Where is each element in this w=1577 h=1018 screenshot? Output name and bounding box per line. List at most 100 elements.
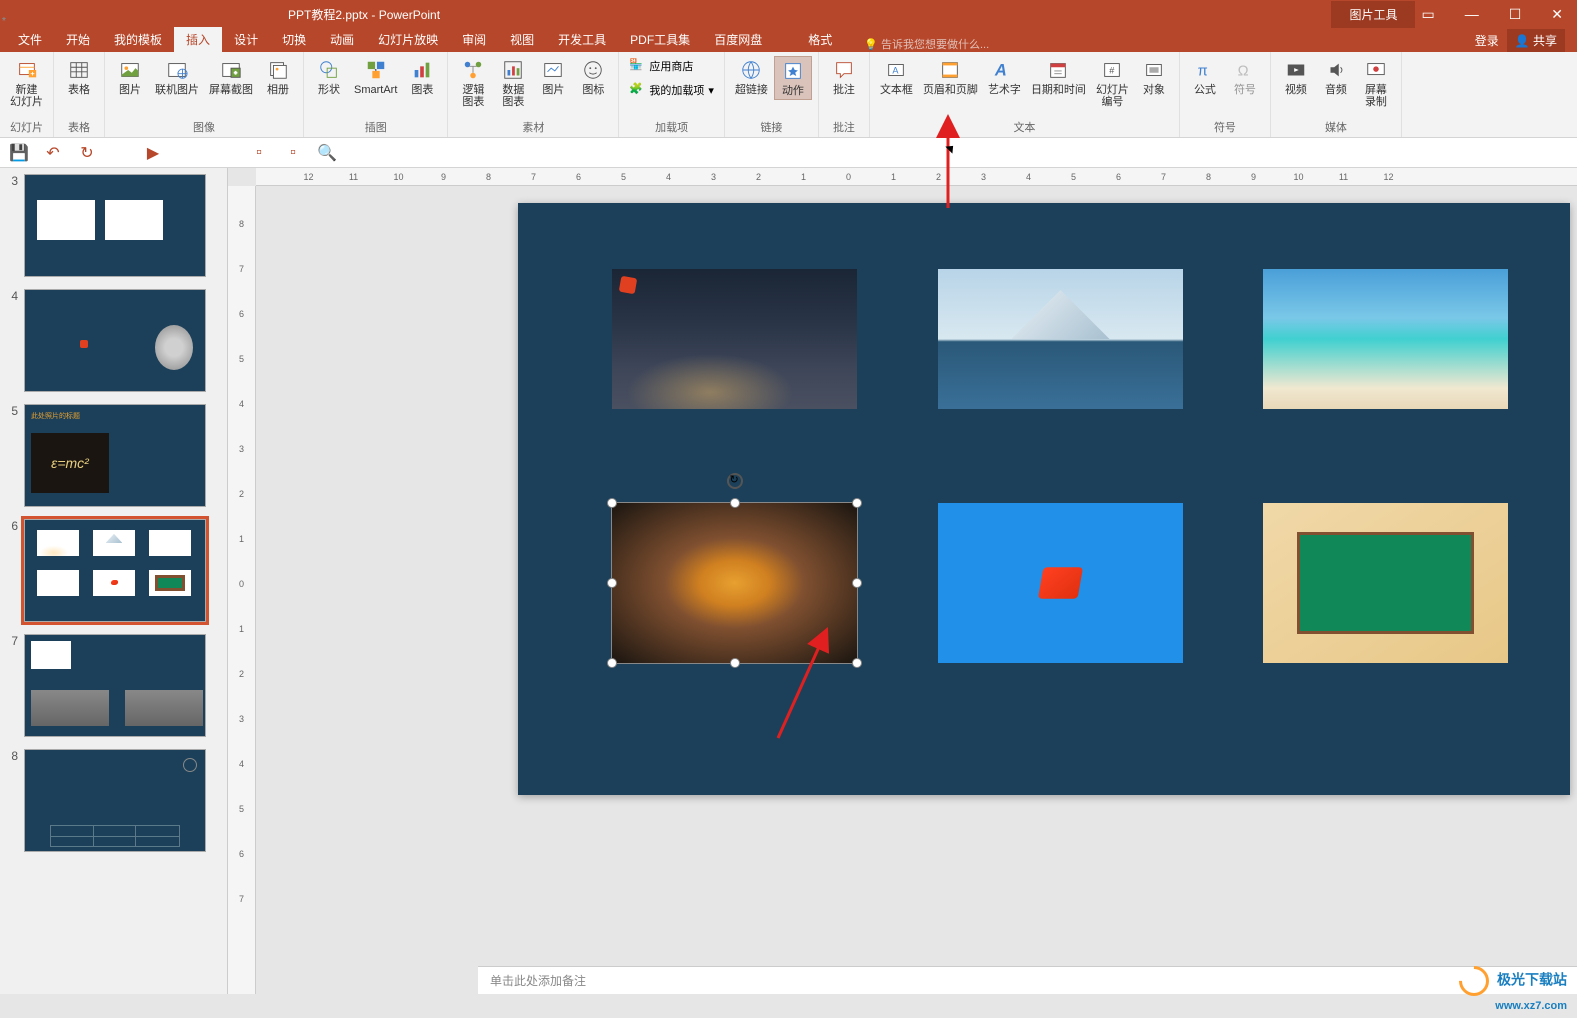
logic-chart-button[interactable]: 逻辑图表 [454, 56, 492, 110]
annotation-arrow-top [928, 118, 968, 223]
qat-find-icon[interactable]: 🔍 [316, 142, 338, 164]
picture-icon [118, 58, 142, 82]
resize-handle-ne[interactable] [852, 498, 862, 508]
thumbnail-slide-8[interactable]: 8 [0, 743, 227, 858]
store-button[interactable]: 🏪应用商店 [625, 56, 718, 76]
qat-icon-1[interactable]: ▫ [248, 142, 270, 164]
comment-button[interactable]: 批注 [825, 56, 863, 98]
thumbnail-slide-5[interactable]: 5 此处照片的标题 ε=mc² [0, 398, 227, 513]
equation-button[interactable]: π公式 [1186, 56, 1224, 98]
audio-icon [1324, 58, 1348, 82]
slide-image-office[interactable] [938, 503, 1183, 663]
tab-view[interactable]: 视图 [498, 27, 546, 52]
tab-file[interactable]: 文件 [6, 27, 54, 52]
group-tables: 表格 表格 [54, 52, 105, 137]
symbol-button[interactable]: Ω符号 [1226, 56, 1264, 98]
shapes-button[interactable]: 形状 [310, 56, 348, 98]
smartart-icon [364, 58, 388, 82]
login-button[interactable]: 登录 [1475, 32, 1499, 49]
maximize-icon[interactable]: ☐ [1503, 4, 1528, 25]
resize-handle-n[interactable] [730, 498, 740, 508]
datetime-button[interactable]: 日期和时间 [1027, 56, 1090, 98]
slide-5-headline: 此处照片的标题 [31, 411, 80, 421]
table-button[interactable]: 表格 [60, 56, 98, 98]
tab-insert[interactable]: 插入 [174, 27, 222, 52]
resize-handle-se[interactable] [852, 658, 862, 668]
ribbon-display-options-icon[interactable]: ▭ [1415, 4, 1440, 25]
picture-button[interactable]: 图片 [111, 56, 149, 98]
close-icon[interactable]: ✕ [1545, 4, 1569, 25]
hyperlink-icon [739, 58, 763, 82]
slide-image-city[interactable] [612, 269, 857, 409]
video-button[interactable]: 视频 [1277, 56, 1315, 98]
online-picture-button[interactable]: 联机图片 [151, 56, 203, 98]
slide-canvas[interactable] [518, 203, 1570, 795]
tab-animation[interactable]: 动画 [318, 27, 366, 52]
icon-button[interactable]: 图标 [574, 56, 612, 98]
screen-record-button[interactable]: 屏幕录制 [1357, 56, 1395, 110]
hyperlink-button[interactable]: 超链接 [731, 56, 772, 98]
thumbnail-slide-3[interactable]: 3* [0, 168, 227, 283]
resize-handle-nw[interactable] [607, 498, 617, 508]
redo-icon[interactable]: ↻ [76, 142, 98, 164]
slide-thumbnail-panel[interactable]: 3* 4 5 此处照片的标题 ε=mc² 6* [0, 168, 228, 994]
minimize-icon[interactable]: — [1459, 4, 1485, 25]
group-symbols: π公式 Ω符号 符号 [1180, 52, 1271, 137]
stock-picture-button[interactable]: 图片 [534, 56, 572, 98]
wordart-icon: A [992, 58, 1016, 82]
thumbnail-slide-7[interactable]: 7 [0, 628, 227, 743]
smartart-button[interactable]: SmartArt [350, 56, 401, 98]
album-button[interactable]: 相册 [259, 56, 297, 98]
textbox-button[interactable]: A文本框 [876, 56, 917, 98]
slide-image-frame[interactable] [1263, 503, 1508, 663]
undo-icon[interactable]: ↶ [42, 142, 64, 164]
tab-home[interactable]: 开始 [54, 27, 102, 52]
slide-number-button[interactable]: #幻灯片编号 [1092, 56, 1133, 110]
tab-developer[interactable]: 开发工具 [546, 27, 618, 52]
wordart-button[interactable]: A艺术字 [984, 56, 1025, 98]
screenshot-button[interactable]: 屏幕截图 [205, 56, 257, 98]
save-icon[interactable]: 💾 [8, 142, 30, 164]
rotation-handle[interactable] [727, 473, 743, 489]
tab-template[interactable]: 我的模板 [102, 27, 174, 52]
action-button[interactable]: 动作 [774, 56, 812, 100]
object-button[interactable]: 对象 [1135, 56, 1173, 98]
tab-pdf[interactable]: PDF工具集 [618, 27, 702, 52]
svg-text:A: A [893, 66, 900, 76]
data-chart-button[interactable]: 数据图表 [494, 56, 532, 110]
new-slide-button[interactable]: 新建幻灯片 [6, 56, 47, 110]
tab-format[interactable]: 格式 [796, 27, 844, 52]
thumbnail-slide-4[interactable]: 4 [0, 283, 227, 398]
horizontal-ruler: 1211109876543210123456789101112 [256, 168, 1577, 186]
comment-icon [832, 58, 856, 82]
slide-image-mountain[interactable] [938, 269, 1183, 409]
qat-icon-2[interactable]: ▫ [282, 142, 304, 164]
resize-handle-w[interactable] [607, 578, 617, 588]
tab-baidu[interactable]: 百度网盘 [702, 27, 774, 52]
resize-handle-sw[interactable] [607, 658, 617, 668]
tab-review[interactable]: 审阅 [450, 27, 498, 52]
chart-button[interactable]: 图表 [403, 56, 441, 98]
resize-handle-s[interactable] [730, 658, 740, 668]
group-images: 图片 联机图片 屏幕截图 相册 图像 [105, 52, 304, 137]
notes-pane[interactable]: 单击此处添加备注 [478, 966, 1577, 994]
data-chart-icon [501, 58, 525, 82]
online-picture-icon [165, 58, 189, 82]
audio-button[interactable]: 音频 [1317, 56, 1355, 98]
album-icon [266, 58, 290, 82]
thumbnail-slide-6[interactable]: 6* [0, 513, 227, 628]
ribbon: 新建幻灯片 幻灯片 表格 表格 图片 联机图片 屏幕截图 相册 图像 形状 Sm… [0, 52, 1577, 138]
resize-handle-e[interactable] [852, 578, 862, 588]
share-button[interactable]: 👤 共享 [1507, 29, 1565, 52]
my-addins-button[interactable]: 🧩我的加载项 ▾ [625, 80, 718, 100]
header-footer-button[interactable]: 页眉和页脚 [919, 56, 982, 98]
tell-me-input[interactable]: 💡 告诉我您想要做什么... [864, 36, 989, 52]
table-icon [67, 58, 91, 82]
tab-transition[interactable]: 切换 [270, 27, 318, 52]
tab-slideshow[interactable]: 幻灯片放映 [366, 27, 450, 52]
slideshow-from-current-icon[interactable]: ▶ [142, 142, 164, 164]
group-links: 超链接 动作 链接 [725, 52, 819, 137]
slide-edit-area[interactable]: 1211109876543210123456789101112 87654321… [228, 168, 1577, 994]
tab-design[interactable]: 设计 [222, 27, 270, 52]
slide-image-beach[interactable] [1263, 269, 1508, 409]
